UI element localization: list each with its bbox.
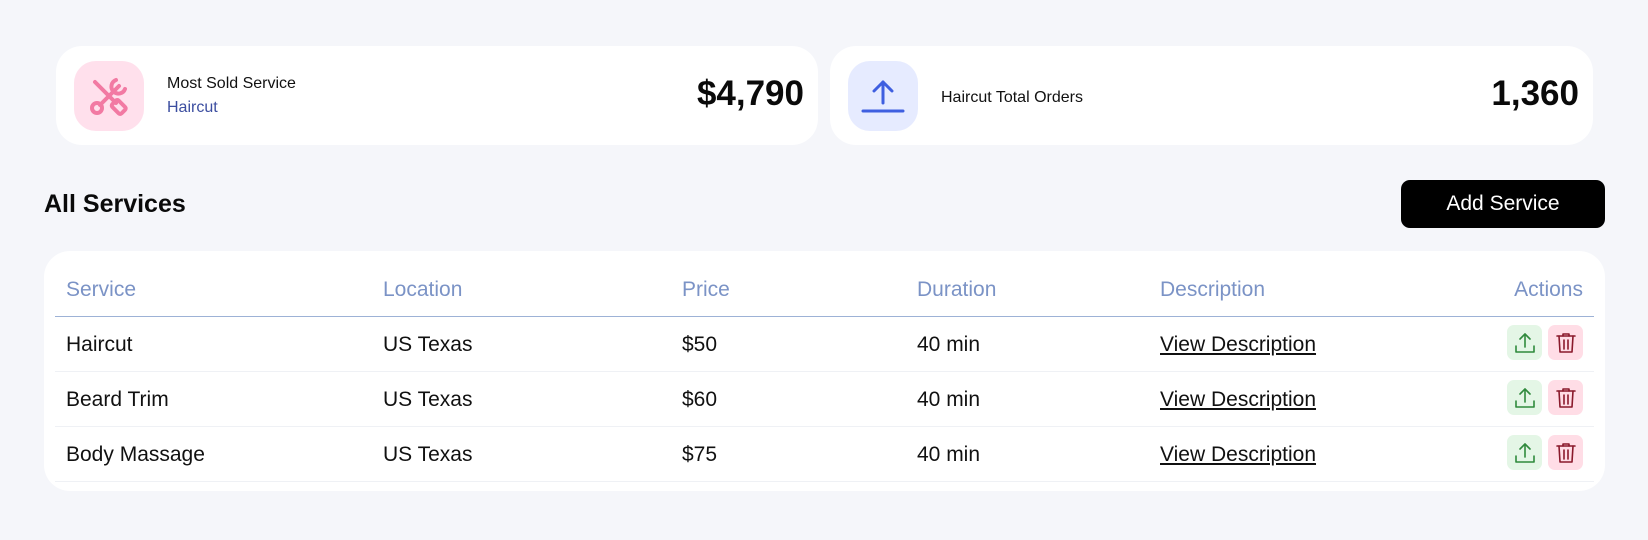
- total-orders-value: 1,360: [1491, 74, 1579, 113]
- upload-icon: [1514, 387, 1535, 408]
- cell-duration: 40 min: [917, 333, 981, 356]
- delete-button[interactable]: [1548, 380, 1583, 415]
- total-orders-card: Haircut Total Orders 1,360: [830, 46, 1593, 145]
- cell-service: Haircut: [66, 333, 133, 356]
- add-service-button[interactable]: Add Service: [1401, 180, 1605, 228]
- upload-icon: [1514, 332, 1535, 353]
- row-actions: [1507, 380, 1583, 415]
- most-sold-label: Most Sold Service: [167, 75, 296, 92]
- view-description-link[interactable]: View Description: [1160, 333, 1316, 357]
- view-description-link[interactable]: View Description: [1160, 443, 1316, 467]
- cell-price: $50: [682, 333, 718, 356]
- delete-button[interactable]: [1548, 435, 1583, 470]
- row-actions: [1507, 325, 1583, 360]
- trash-icon: [1555, 442, 1576, 463]
- view-description-link[interactable]: View Description: [1160, 388, 1316, 412]
- trash-icon: [1555, 387, 1576, 408]
- cell-location: US Texas: [383, 388, 473, 411]
- cell-service: Body Massage: [66, 443, 205, 466]
- total-orders-label: Haircut Total Orders: [941, 89, 1083, 106]
- most-sold-service-card: Most Sold Service Haircut $4,790: [56, 46, 818, 145]
- cell-price: $75: [682, 443, 718, 466]
- table-row: Body Massage US Texas $75 40 min View De…: [55, 427, 1594, 482]
- upload-arrow-icon: [848, 61, 918, 131]
- header-description: Description: [1160, 278, 1266, 301]
- most-sold-service-name: Haircut: [167, 99, 218, 116]
- cell-duration: 40 min: [917, 443, 981, 466]
- upload-button[interactable]: [1507, 325, 1542, 360]
- most-sold-value: $4,790: [696, 74, 804, 113]
- table-row: Beard Trim US Texas $60 40 min View Desc…: [55, 372, 1594, 427]
- tools-icon: [74, 61, 144, 131]
- upload-button[interactable]: [1507, 380, 1542, 415]
- table-header-row: Service Location Price Duration Descript…: [55, 251, 1594, 317]
- header-price: Price: [682, 278, 730, 301]
- upload-button[interactable]: [1507, 435, 1542, 470]
- upload-icon: [1514, 442, 1535, 463]
- header-location: Location: [383, 278, 463, 301]
- table-row: Haircut US Texas $50 40 min View Descrip…: [55, 317, 1594, 372]
- header-service: Service: [66, 278, 137, 301]
- row-actions: [1507, 435, 1583, 470]
- services-table: Service Location Price Duration Descript…: [44, 251, 1605, 491]
- delete-button[interactable]: [1548, 325, 1583, 360]
- cell-price: $60: [682, 388, 718, 411]
- cell-location: US Texas: [383, 443, 473, 466]
- trash-icon: [1555, 332, 1576, 353]
- cell-service: Beard Trim: [66, 388, 169, 411]
- header-duration: Duration: [917, 278, 997, 301]
- header-actions: Actions: [1514, 278, 1583, 301]
- section-title: All Services: [44, 190, 186, 218]
- cell-location: US Texas: [383, 333, 473, 356]
- cell-duration: 40 min: [917, 388, 981, 411]
